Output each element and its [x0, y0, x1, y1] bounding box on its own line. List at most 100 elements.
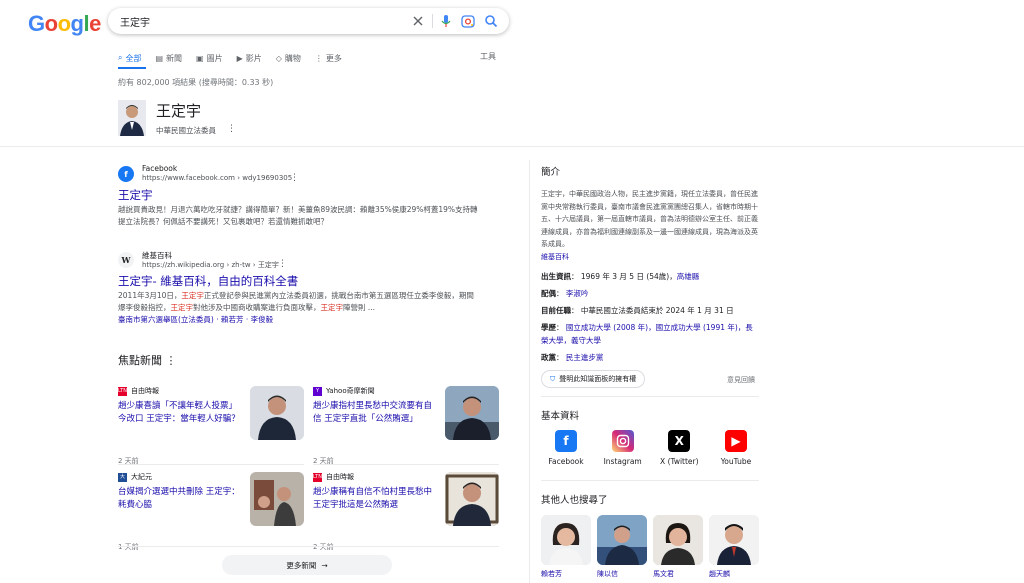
fact-education: 學歷： 國立成功大學 (2008 年)，國立成功大學 (1991 年)，長榮大學… [541, 323, 753, 345]
fact-spouse: 配偶： 李淑吟 [541, 289, 589, 298]
person-photo [709, 515, 759, 565]
news-title[interactable]: 趙少康稱有自信不怕村里長愁中 王定宇批這是公然賄選 [313, 486, 435, 512]
person-card[interactable]: 馬文君 [653, 515, 703, 579]
person-photo [597, 515, 647, 565]
fact-link[interactable]: 國立成功大學 (2008 年)，國立成功大學 (1991 年)，長榮大學，義守大… [541, 323, 753, 345]
fact-value: 中華民國立法委員結束於 2024 年 1 月 31 日 [580, 306, 734, 315]
result-menu-icon[interactable]: ⋮ [290, 173, 299, 183]
epoch-times-logo-icon: 大 [118, 472, 127, 482]
result-title-link[interactable]: 王定宇 [118, 187, 153, 203]
tab-news[interactable]: ▤ 新聞 [155, 50, 182, 66]
result-sitelinks[interactable]: 臺南市第六選舉區(立法委員) · 賴若芳 · 李俊毅 [118, 315, 273, 324]
divider [118, 464, 304, 465]
search-input[interactable]: 王定宇 [120, 14, 150, 29]
search-icon[interactable] [483, 13, 499, 29]
ltn-logo-icon: LTN [313, 472, 322, 482]
snippet-highlight: 王定宇 [170, 303, 194, 312]
top-stories-heading: 焦點新聞 ⋮ [118, 352, 177, 368]
source-name: 自由時報 [326, 473, 354, 481]
news-thumbnail[interactable] [445, 386, 499, 440]
video-icon: ▶ [236, 53, 243, 63]
person-photo-icon [445, 386, 499, 440]
tab-images[interactable]: ▣ 圖片 [196, 50, 223, 66]
search-small-icon: ⌕ [118, 53, 123, 62]
intro-description: 王定宇，中華民國政治人物，民主進步黨籍，現任立法委員，曾任民進黨中央常務執行委員… [541, 188, 759, 263]
tab-all[interactable]: ⌕ 全部 [118, 50, 141, 66]
news-source: 大大紀元 [118, 472, 152, 482]
tab-label: 圖片 [206, 53, 223, 63]
fact-current-office: 目前任職： 中華民國立法委員結束於 2024 年 1 月 31 日 [541, 306, 734, 315]
news-thumbnail[interactable] [250, 386, 304, 440]
news-title[interactable]: 趙少康喜讀「不讓年輕人投票」今改口 王定宇：當年輕人好騙？ [118, 400, 240, 426]
profile-youtube[interactable]: ▶ YouTube [711, 430, 761, 466]
profile-x[interactable]: X X (Twitter) [654, 430, 704, 466]
more-news-button[interactable]: 更多新聞 → [222, 555, 392, 575]
person-portrait-icon [653, 515, 703, 565]
search-tabs: ⌕ 全部 ▤ 新聞 ▣ 圖片 ▶ 影片 ◇ 購物 ⋮ 更多 [118, 50, 342, 70]
news-thumbnail[interactable] [250, 472, 304, 526]
result-title-link[interactable]: 王定宇- 維基百科，自由的百科全書 [118, 273, 298, 289]
person-card[interactable]: 陳以信 [597, 515, 647, 579]
person-photo-icon [250, 386, 304, 440]
search-box[interactable]: 王定宇 [108, 8, 509, 34]
news-photo-icon [250, 472, 304, 526]
profile-facebook[interactable]: f Facebook [541, 430, 591, 466]
tab-more[interactable]: ⋮ 更多 [315, 50, 342, 66]
profile-instagram[interactable]: Instagram [598, 430, 648, 466]
person-name: 馬文君 [653, 570, 674, 578]
person-portrait-icon [709, 515, 759, 565]
facebook-icon: f [555, 430, 577, 452]
more-vert-icon: ⋮ [314, 53, 323, 63]
result-url[interactable]: https://zh.wikipedia.org › zh-tw › 王定宇 [142, 260, 279, 270]
feedback-link[interactable]: 意見回饋 [727, 375, 755, 385]
snippet-text: 陣營則 ... [343, 303, 376, 312]
fact-link[interactable]: 李淑吟 [566, 289, 589, 298]
fact-link[interactable]: 民主進步黨 [566, 353, 604, 362]
wikipedia-favicon-icon: W [118, 252, 134, 268]
person-photo-icon [445, 472, 499, 526]
news-title[interactable]: 趙少康指村里長愁中交流要有自信 王定宇直批「公然賄選」 [313, 400, 435, 426]
news-card[interactable]: Y Yahoo奇摩新聞 趙少康指村里長愁中交流要有自信 王定宇直批「公然賄選」 2… [313, 386, 499, 472]
entity-menu-icon[interactable]: ⋮ [227, 124, 236, 134]
result-snippet: 2011年3月10日，王定宇正式登記參與民進黨內立法委員初選，挑戰台南市第五選區… [118, 290, 478, 326]
fact-label: 學歷 [541, 323, 556, 332]
person-card[interactable]: 賴若芳 [541, 515, 591, 579]
search-result: f Facebook https://www.facebook.com › wd… [118, 164, 503, 234]
more-vert-icon[interactable]: ⋮ [166, 354, 177, 367]
button-label: 聲明此知識面板的擁有權 [559, 375, 637, 383]
profile-label: Facebook [548, 457, 584, 466]
knowledge-panel-intro: 簡介 王定宇，中華民國政治人物，民主進步黨籍，現任立法委員，曾任民進黨中央常務執… [541, 164, 759, 263]
result-url[interactable]: https://www.facebook.com › wdy19690305 [142, 174, 292, 182]
news-card[interactable]: LTN 自由時報 趙少康喜讀「不讓年輕人投票」今改口 王定宇：當年輕人好騙？ 2 … [118, 386, 304, 472]
lens-icon[interactable] [460, 13, 476, 29]
fact-party: 政黨： 民主進步黨 [541, 353, 604, 362]
result-site-name[interactable]: Facebook [142, 164, 177, 173]
news-title[interactable]: 台媒揭介選選中共刪除 王定宇：耗費心脇 [118, 486, 240, 512]
wikipedia-link[interactable]: 維基百科 [541, 253, 569, 261]
person-portrait-icon [541, 515, 591, 565]
fact-birth: 出生資訊： 1969 年 3 月 5 日 (54歲)，高雄縣 [541, 272, 700, 281]
people-also-search: 其他人也搜尋了 [541, 492, 759, 506]
result-menu-icon[interactable]: ⋮ [278, 259, 287, 269]
person-portrait-icon [597, 515, 647, 565]
person-card[interactable]: 趙天麟 [709, 515, 759, 579]
tag-icon: ◇ [275, 53, 282, 63]
snippet-highlight: 王定宇 [320, 303, 344, 312]
fact-link[interactable]: 高雄縣 [677, 272, 700, 281]
tab-videos[interactable]: ▶ 影片 [237, 50, 262, 66]
news-source: LTN 自由時報 [313, 472, 354, 482]
snippet-text: 2011年3月10日， [118, 291, 182, 300]
microphone-icon[interactable] [438, 13, 454, 29]
fact-label: 出生資訊 [541, 272, 571, 281]
entity-photo[interactable] [118, 100, 146, 136]
tab-shopping[interactable]: ◇ 購物 [276, 50, 301, 66]
clear-icon[interactable] [410, 13, 426, 29]
profile-label: X (Twitter) [660, 457, 699, 466]
google-logo[interactable]: Google [28, 11, 101, 37]
news-thumbnail[interactable] [445, 472, 499, 526]
description-text: 王定宇，中華民國政治人物，民主進步黨籍，現任立法委員，曾任民進黨中央常務執行委員… [541, 190, 758, 248]
tools-button[interactable]: 工具 [480, 51, 496, 62]
person-name: 賴若芳 [541, 570, 562, 578]
claim-panel-button[interactable]: ⛉ 聲明此知識面板的擁有權 [541, 370, 646, 388]
person-portrait-icon [118, 100, 146, 136]
